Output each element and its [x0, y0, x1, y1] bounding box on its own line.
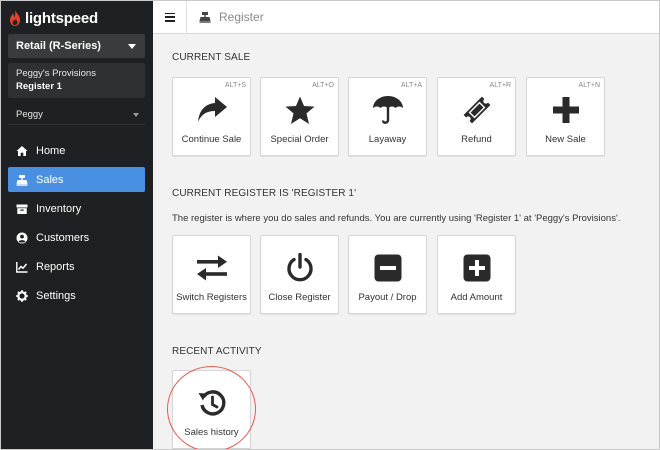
layaway-button[interactable]: ALT+A Layaway	[348, 77, 427, 156]
add-amount-button[interactable]: Add Amount	[437, 235, 516, 314]
tile-label: Sales history	[184, 427, 239, 438]
tile-label: New Sale	[545, 134, 586, 145]
brand-name: lightspeed	[25, 9, 99, 27]
hamburger-menu-icon[interactable]	[165, 12, 175, 22]
inventory-icon	[16, 203, 28, 215]
home-icon	[16, 145, 28, 157]
register-info[interactable]: Peggy's Provisions Register 1	[8, 63, 145, 98]
flame-icon	[10, 10, 20, 26]
payout-drop-button[interactable]: Payout / Drop	[348, 235, 427, 314]
section-title-current-register: CURRENT REGISTER IS 'REGISTER 1'	[172, 188, 357, 199]
user-name: Peggy	[16, 109, 43, 120]
power-icon	[284, 252, 316, 284]
tile-label: Switch Registers	[176, 292, 247, 303]
star-icon	[284, 94, 316, 126]
switch-registers-button[interactable]: Switch Registers	[172, 235, 251, 314]
swap-arrows-icon	[196, 252, 228, 284]
sidebar-item-label: Reports	[36, 260, 75, 273]
sidebar-nav: Home Sales Inventory Customers Reports S…	[8, 138, 145, 312]
hotkey-label: ALT+O	[312, 82, 334, 89]
sidebar-item-label: Home	[36, 144, 66, 157]
user-selector[interactable]: Peggy	[8, 105, 145, 125]
brand-logo[interactable]: lightspeed	[9, 8, 98, 28]
register-description: The register is where you do sales and r…	[172, 213, 621, 224]
register-icon	[16, 174, 28, 186]
tile-label: Layaway	[368, 134, 407, 145]
forward-arrow-icon	[196, 94, 228, 126]
store-selector-label: Retail (R-Series)	[16, 40, 101, 52]
sidebar-item-sales[interactable]: Sales	[8, 167, 145, 192]
tile-label: Refund	[461, 134, 492, 145]
hotkey-label: ALT+S	[224, 82, 246, 89]
sidebar-item-label: Settings	[36, 289, 76, 302]
store-selector[interactable]: Retail (R-Series)	[8, 34, 145, 58]
section-title-recent-activity: RECENT ACTIVITY	[172, 346, 262, 357]
shop-name: Peggy's Provisions	[16, 68, 96, 79]
tile-label: Close Register	[268, 292, 331, 303]
section-title-current-sale: CURRENT SALE	[172, 52, 251, 63]
tile-label: Continue Sale	[181, 134, 242, 145]
divider	[186, 1, 187, 34]
sidebar-item-settings[interactable]: Settings	[8, 283, 145, 308]
register-name: Register 1	[16, 81, 62, 92]
hotkey-label: ALT+A	[400, 82, 422, 89]
tile-label: Payout / Drop	[358, 292, 417, 303]
sidebar-item-customers[interactable]: Customers	[8, 225, 145, 250]
sidebar-item-home[interactable]: Home	[8, 138, 145, 163]
register-icon	[199, 12, 211, 23]
sidebar-item-reports[interactable]: Reports	[8, 254, 145, 279]
plus-square-icon	[461, 252, 493, 284]
sidebar-item-label: Sales	[36, 173, 64, 186]
close-register-button[interactable]: Close Register	[260, 235, 339, 314]
umbrella-icon	[372, 94, 404, 126]
top-bar: Register	[153, 1, 659, 34]
minus-square-icon	[372, 252, 404, 284]
gear-icon	[16, 289, 28, 302]
sidebar-item-label: Inventory	[36, 202, 82, 215]
continue-sale-button[interactable]: ALT+S Continue Sale	[172, 77, 251, 156]
customer-icon	[16, 232, 28, 244]
sales-history-button[interactable]: Sales history	[172, 370, 251, 449]
page-title: Register	[219, 10, 264, 24]
ticket-icon	[461, 94, 493, 126]
sidebar: lightspeed Retail (R-Series) Peggy's Pro…	[1, 1, 153, 449]
caret-down-icon	[128, 44, 136, 49]
tile-label: Add Amount	[450, 292, 503, 303]
main-content: CURRENT SALE ALT+S Continue Sale ALT+O S…	[153, 35, 659, 449]
app-window: lightspeed Retail (R-Series) Peggy's Pro…	[0, 0, 660, 450]
special-order-button[interactable]: ALT+O Special Order	[260, 77, 339, 156]
tile-label: Special Order	[270, 134, 329, 145]
history-icon	[196, 387, 228, 419]
sidebar-item-inventory[interactable]: Inventory	[8, 196, 145, 221]
caret-down-icon	[133, 113, 139, 117]
chart-icon	[16, 261, 28, 273]
hotkey-label: ALT+N	[578, 82, 600, 89]
plus-icon	[550, 94, 582, 126]
new-sale-button[interactable]: ALT+N New Sale	[526, 77, 605, 156]
hotkey-label: ALT+R	[489, 82, 511, 89]
sidebar-item-label: Customers	[36, 231, 90, 244]
refund-button[interactable]: ALT+R Refund	[437, 77, 516, 156]
